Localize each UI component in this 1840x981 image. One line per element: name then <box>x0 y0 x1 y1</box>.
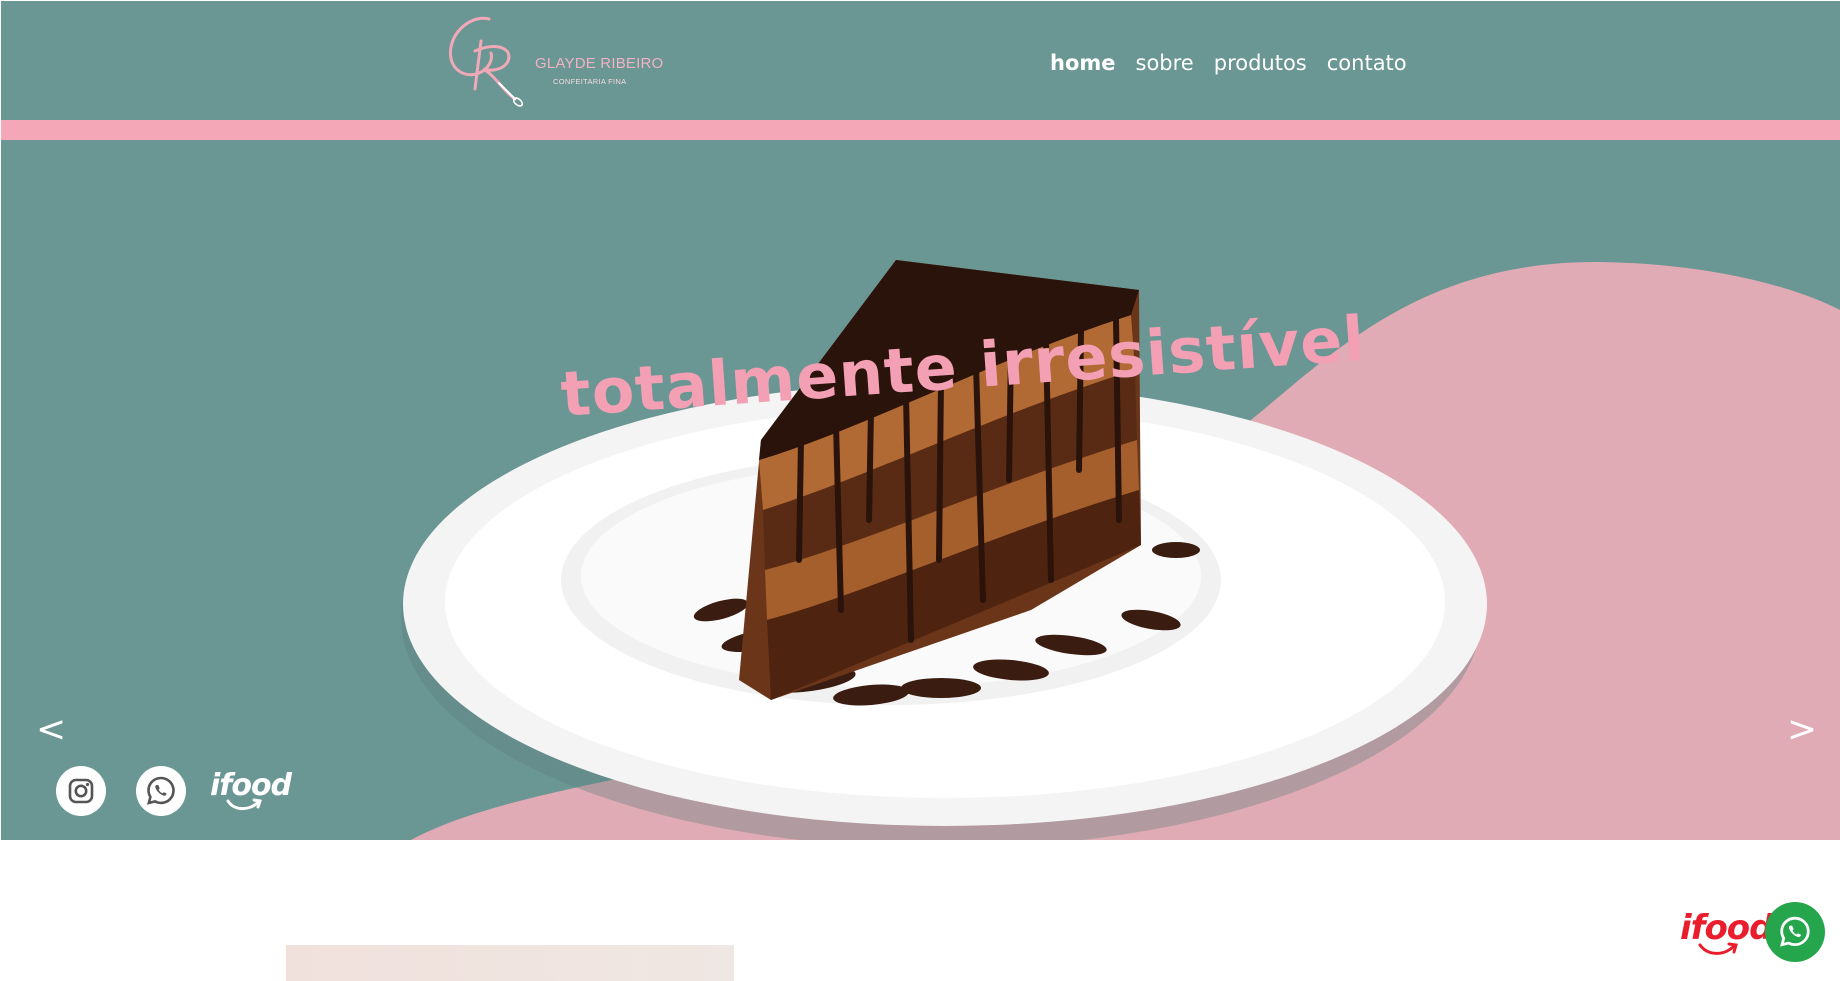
ifood-hero-button[interactable]: ifood <box>210 768 292 811</box>
site-header: GLAYDE RIBEIRO CONFEITARIA FINA home sob… <box>1 1 1840 120</box>
floating-whatsapp-icon <box>1780 916 1810 947</box>
nav-sobre[interactable]: sobre <box>1136 51 1194 75</box>
floating-whatsapp-button[interactable] <box>1765 902 1825 962</box>
whatsapp-icon <box>146 776 175 805</box>
slider-next-button[interactable]: > <box>1787 712 1817 748</box>
nav-produtos[interactable]: produtos <box>1214 51 1307 75</box>
ifood-smile-icon <box>226 798 262 811</box>
brand-name: GLAYDE RIBEIRO <box>535 55 664 72</box>
whatsapp-button[interactable] <box>136 766 186 816</box>
nav-contato[interactable]: contato <box>1327 51 1407 75</box>
hero-slider: totalmente irresistível < > <box>1 140 1840 840</box>
brand-logo[interactable]: GLAYDE RIBEIRO CONFEITARIA FINA <box>445 13 663 113</box>
main-nav: home sobre produtos contato <box>1050 51 1407 75</box>
logo-monogram-icon <box>448 16 524 107</box>
instagram-button[interactable] <box>56 766 106 816</box>
brand-subtitle: CONFEITARIA FINA <box>553 77 627 86</box>
product-card-preview <box>286 945 734 981</box>
header-divider <box>1 120 1840 140</box>
floating-ifood-button[interactable]: ifood <box>1680 908 1774 955</box>
cake-slice-image <box>401 140 1840 840</box>
floating-ifood-smile-icon <box>1698 942 1738 955</box>
slider-prev-button[interactable]: < <box>36 712 66 748</box>
instagram-icon <box>68 778 94 804</box>
nav-home[interactable]: home <box>1050 51 1116 75</box>
